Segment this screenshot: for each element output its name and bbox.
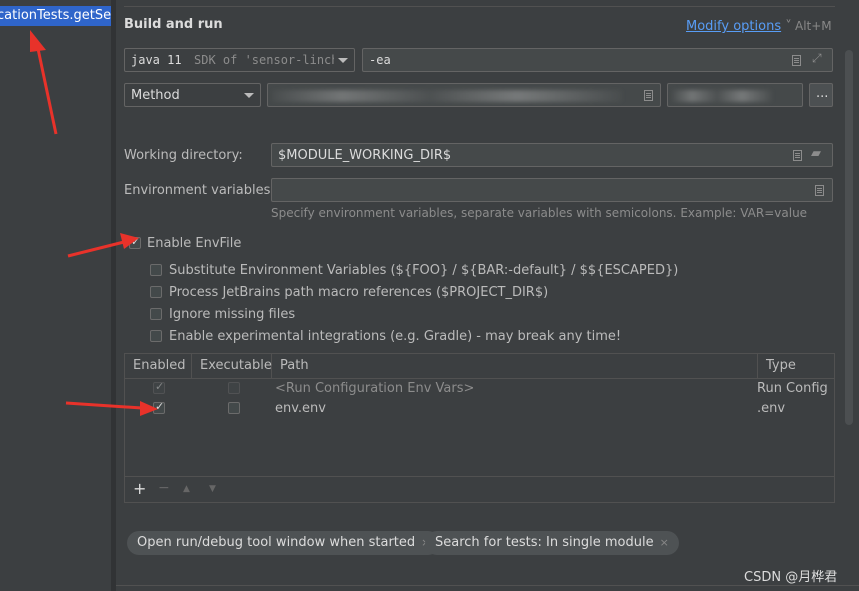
working-dir-label: Working directory: [124, 148, 243, 163]
ignore-missing-label: Ignore missing files [169, 307, 296, 322]
test-kind-combobox[interactable]: Method [124, 83, 261, 107]
tag-label: Search for tests: In single module [435, 535, 654, 550]
enable-envfile-label: Enable EnvFile [147, 236, 242, 251]
search-tests-tag[interactable]: Search for tests: In single module × [425, 531, 679, 555]
selected-config-item[interactable]: cationTests.getSens [0, 6, 111, 26]
working-dir-field[interactable]: $MODULE_WORKING_DIR$ ▰ [271, 143, 833, 167]
env-vars-label: Environment variables: [124, 183, 275, 198]
row-enabled-checkbox[interactable] [153, 400, 165, 414]
column-type[interactable]: Type [758, 354, 834, 378]
jre-combobox[interactable]: java 11 SDK of 'sensor-linche [124, 48, 355, 72]
chevron-down-icon [244, 93, 254, 98]
vm-options-field[interactable]: -ea ⤢ [362, 48, 833, 72]
jre-sdk-name: SDK of 'sensor-linche [194, 53, 334, 67]
enable-envfile-checkbox[interactable] [129, 235, 141, 249]
selected-config-label: cationTests.getSens [0, 8, 111, 23]
vertical-scrollbar[interactable] [845, 50, 853, 425]
expand-text-icon[interactable] [793, 150, 802, 161]
envfile-table: Enabled Executable Path Type <Run Config… [124, 353, 835, 503]
jre-version: java 11 [131, 53, 182, 67]
env-vars-hint: Specify environment variables, separate … [271, 206, 808, 220]
remove-icon[interactable]: − [158, 480, 170, 496]
column-path[interactable]: Path [272, 354, 758, 378]
substitute-vars-checkbox[interactable] [150, 264, 162, 276]
modify-options-shortcut: Alt+M [795, 19, 832, 33]
modify-options-label: Modify options [686, 19, 782, 34]
row-executable-checkbox[interactable] [228, 402, 240, 414]
column-executable[interactable]: Executable [192, 354, 272, 378]
row-path: <Run Configuration Env Vars> [275, 381, 475, 396]
env-vars-field[interactable] [271, 178, 833, 202]
ignore-missing-checkbox[interactable] [150, 308, 162, 320]
substitute-vars-label: Substitute Environment Variables (${FOO}… [169, 263, 679, 278]
row-type: Run Config [757, 381, 828, 396]
expand-text-icon[interactable] [644, 90, 653, 101]
row-executable-checkbox [228, 382, 240, 394]
expand-arrows-icon[interactable]: ⤢ [812, 51, 822, 66]
open-tool-window-tag[interactable]: Open run/debug tool window when started× [127, 531, 441, 555]
row-type: .env [757, 401, 786, 416]
experimental-label: Enable experimental integrations (e.g. G… [169, 329, 622, 344]
path-macro-label: Process JetBrains path macro references … [169, 285, 549, 300]
move-down-icon[interactable]: ▼ [209, 484, 216, 494]
config-tree-panel [0, 0, 111, 591]
test-kind-value: Method [131, 88, 180, 103]
table-toolbar-separator [125, 476, 834, 477]
browse-button[interactable]: ... [809, 83, 833, 107]
edit-env-icon[interactable] [815, 185, 824, 196]
chevron-down-icon: ˅ [785, 19, 792, 34]
modify-options-link[interactable]: Modify options ˅ [686, 19, 792, 34]
tag-label: Open run/debug tool window when started [137, 535, 416, 550]
folder-icon[interactable]: ▰ [811, 146, 821, 161]
table-row[interactable]: env.env .env [125, 399, 834, 419]
add-icon[interactable]: + [133, 479, 146, 498]
table-row[interactable]: <Run Configuration Env Vars> Run Config [125, 379, 834, 399]
expand-text-icon[interactable] [792, 55, 801, 66]
top-separator [124, 6, 835, 7]
row-enabled-checkbox [153, 380, 165, 394]
path-macro-checkbox[interactable] [150, 286, 162, 298]
section-title: Build and run [124, 17, 223, 32]
working-dir-value: $MODULE_WORKING_DIR$ [278, 148, 452, 163]
close-icon[interactable]: × [660, 536, 669, 549]
bottom-separator [116, 585, 859, 586]
vm-options-value: -ea [369, 53, 391, 67]
move-up-icon[interactable]: ▲ [183, 484, 190, 494]
method-name-field[interactable] [667, 83, 803, 107]
table-header: Enabled Executable Path Type [125, 354, 834, 379]
chevron-down-icon [338, 58, 348, 63]
watermark: CSDN @月桦君 [744, 570, 838, 585]
row-path: env.env [275, 401, 326, 416]
column-enabled[interactable]: Enabled [125, 354, 192, 378]
browse-button-label: ... [816, 86, 829, 101]
redacted-text [272, 90, 622, 102]
redacted-text [672, 90, 772, 102]
class-method-field[interactable] [267, 83, 661, 107]
experimental-checkbox[interactable] [150, 330, 162, 342]
